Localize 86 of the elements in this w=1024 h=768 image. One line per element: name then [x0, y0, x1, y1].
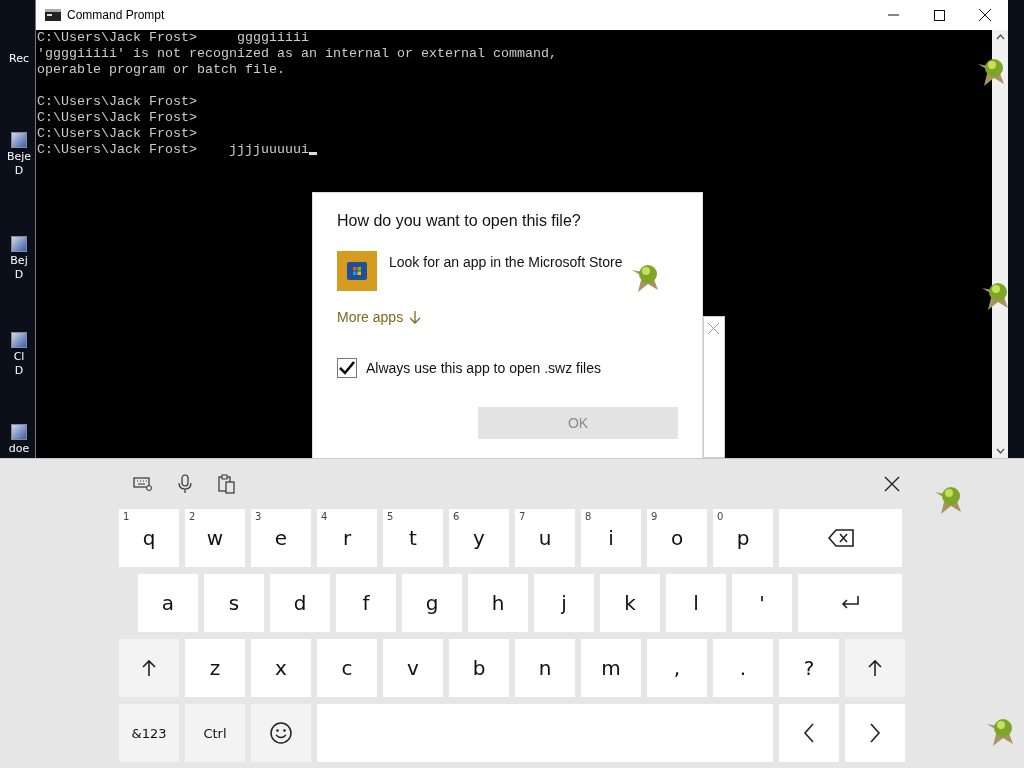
number-hint: 1 — [123, 511, 130, 522]
console-line: C:\Users\Jack Frost> ggggiiiii — [37, 30, 309, 46]
down-arrow-icon — [409, 310, 422, 324]
number-hint: 4 — [321, 511, 328, 522]
more-apps-link[interactable]: More apps — [337, 309, 422, 325]
ball-icon — [985, 716, 1015, 748]
console-line: C:\Users\Jack Frost> — [37, 94, 197, 110]
icon-label: Cl — [13, 350, 25, 364]
app-option[interactable]: Look for an app in the Microsoft Store — [389, 254, 623, 271]
letter-key[interactable]: d — [270, 574, 330, 632]
letter-key[interactable]: n — [515, 639, 575, 697]
letter-key[interactable]: 1 q — [119, 509, 179, 567]
shift-icon — [867, 659, 883, 677]
number-hint: 9 — [651, 511, 658, 522]
number-hint: 6 — [453, 511, 460, 522]
letter-key[interactable]: ? — [779, 639, 839, 697]
backspace-key[interactable] — [779, 509, 902, 567]
letter-key[interactable]: m — [581, 639, 641, 697]
icon-label: D — [14, 364, 24, 378]
letter-key[interactable]: ' — [732, 574, 792, 632]
letter-key[interactable]: c — [317, 639, 377, 697]
icon-label: Beje — [6, 150, 32, 164]
enter-icon — [840, 595, 860, 611]
shift-icon — [141, 659, 157, 677]
icon-label: D — [14, 164, 24, 178]
console-line: C:\Users\Jack Frost> jjjjuuuuui — [37, 142, 309, 158]
file-icon[interactable] — [11, 132, 27, 148]
letter-key[interactable]: s — [204, 574, 264, 632]
console-line: C:\Users\Jack Frost> — [37, 110, 197, 126]
letter-key[interactable]: 6 y — [449, 509, 509, 567]
number-hint: 8 — [585, 511, 592, 522]
letter-key[interactable]: 4 r — [317, 509, 377, 567]
close-icon[interactable] — [979, 9, 991, 21]
letter-key[interactable]: , — [647, 639, 707, 697]
letter-key[interactable]: x — [251, 639, 311, 697]
checkbox[interactable] — [337, 358, 357, 378]
console-icon — [45, 9, 61, 21]
icon-label: doe — [8, 442, 30, 456]
icon-label: D — [14, 268, 24, 282]
letter-key[interactable]: z — [185, 639, 245, 697]
letter-key[interactable]: f — [336, 574, 396, 632]
letter-key[interactable]: v — [383, 639, 443, 697]
letter-key[interactable]: 0 p — [713, 509, 773, 567]
letter-key[interactable]: j — [534, 574, 594, 632]
backspace-icon — [827, 529, 854, 547]
letter-key[interactable]: 3 e — [251, 509, 311, 567]
letter-key[interactable]: g — [402, 574, 462, 632]
letter-key[interactable]: 7 u — [515, 509, 575, 567]
letter-key[interactable]: l — [666, 574, 726, 632]
letter-key[interactable]: 2 w — [185, 509, 245, 567]
number-hint: 5 — [387, 511, 394, 522]
console-line: C:\Users\Jack Frost> — [37, 126, 197, 142]
number-hint: 7 — [519, 511, 526, 522]
console-line: 'ggggiiiii' is not recognized as an internal or external command, — [37, 46, 557, 62]
letter-key[interactable]: 5 t — [383, 509, 443, 567]
mode-key[interactable]: &123 — [119, 704, 179, 762]
letter-key[interactable]: a — [138, 574, 198, 632]
maximize-icon[interactable] — [933, 9, 945, 21]
emoji-key[interactable] — [251, 704, 311, 762]
number-hint: 2 — [189, 511, 196, 522]
ball-icon — [630, 262, 660, 294]
checkbox-label: Always use this app to open .swz files — [366, 360, 601, 376]
file-icon[interactable] — [11, 236, 27, 252]
letter-key[interactable]: b — [449, 639, 509, 697]
letter-key[interactable]: 8 i — [581, 509, 641, 567]
icon-label: Bej — [10, 254, 28, 268]
letter-key[interactable]: . — [713, 639, 773, 697]
smiley-icon — [270, 722, 292, 744]
letter-key[interactable]: 9 o — [647, 509, 707, 567]
scrollbar[interactable] — [992, 30, 1008, 458]
dialog-title: How do you want to open this file? — [337, 212, 582, 230]
file-icon[interactable] — [11, 332, 27, 348]
number-hint: 0 — [717, 511, 724, 522]
file-icon[interactable] — [11, 424, 27, 440]
ball-icon — [980, 280, 1010, 312]
letter-key[interactable]: h — [468, 574, 528, 632]
number-hint: 3 — [255, 511, 262, 522]
ball-icon — [976, 56, 1006, 88]
store-icon[interactable] — [337, 251, 377, 291]
letter-key[interactable]: k — [600, 574, 660, 632]
console-line: operable program or batch file. — [37, 62, 285, 78]
ball-icon — [933, 484, 963, 516]
icon-label: Rec — [9, 52, 29, 66]
minimize-icon[interactable] — [887, 14, 899, 16]
window-title: Command Prompt — [67, 8, 166, 22]
mode-key[interactable]: Ctrl — [185, 704, 245, 762]
